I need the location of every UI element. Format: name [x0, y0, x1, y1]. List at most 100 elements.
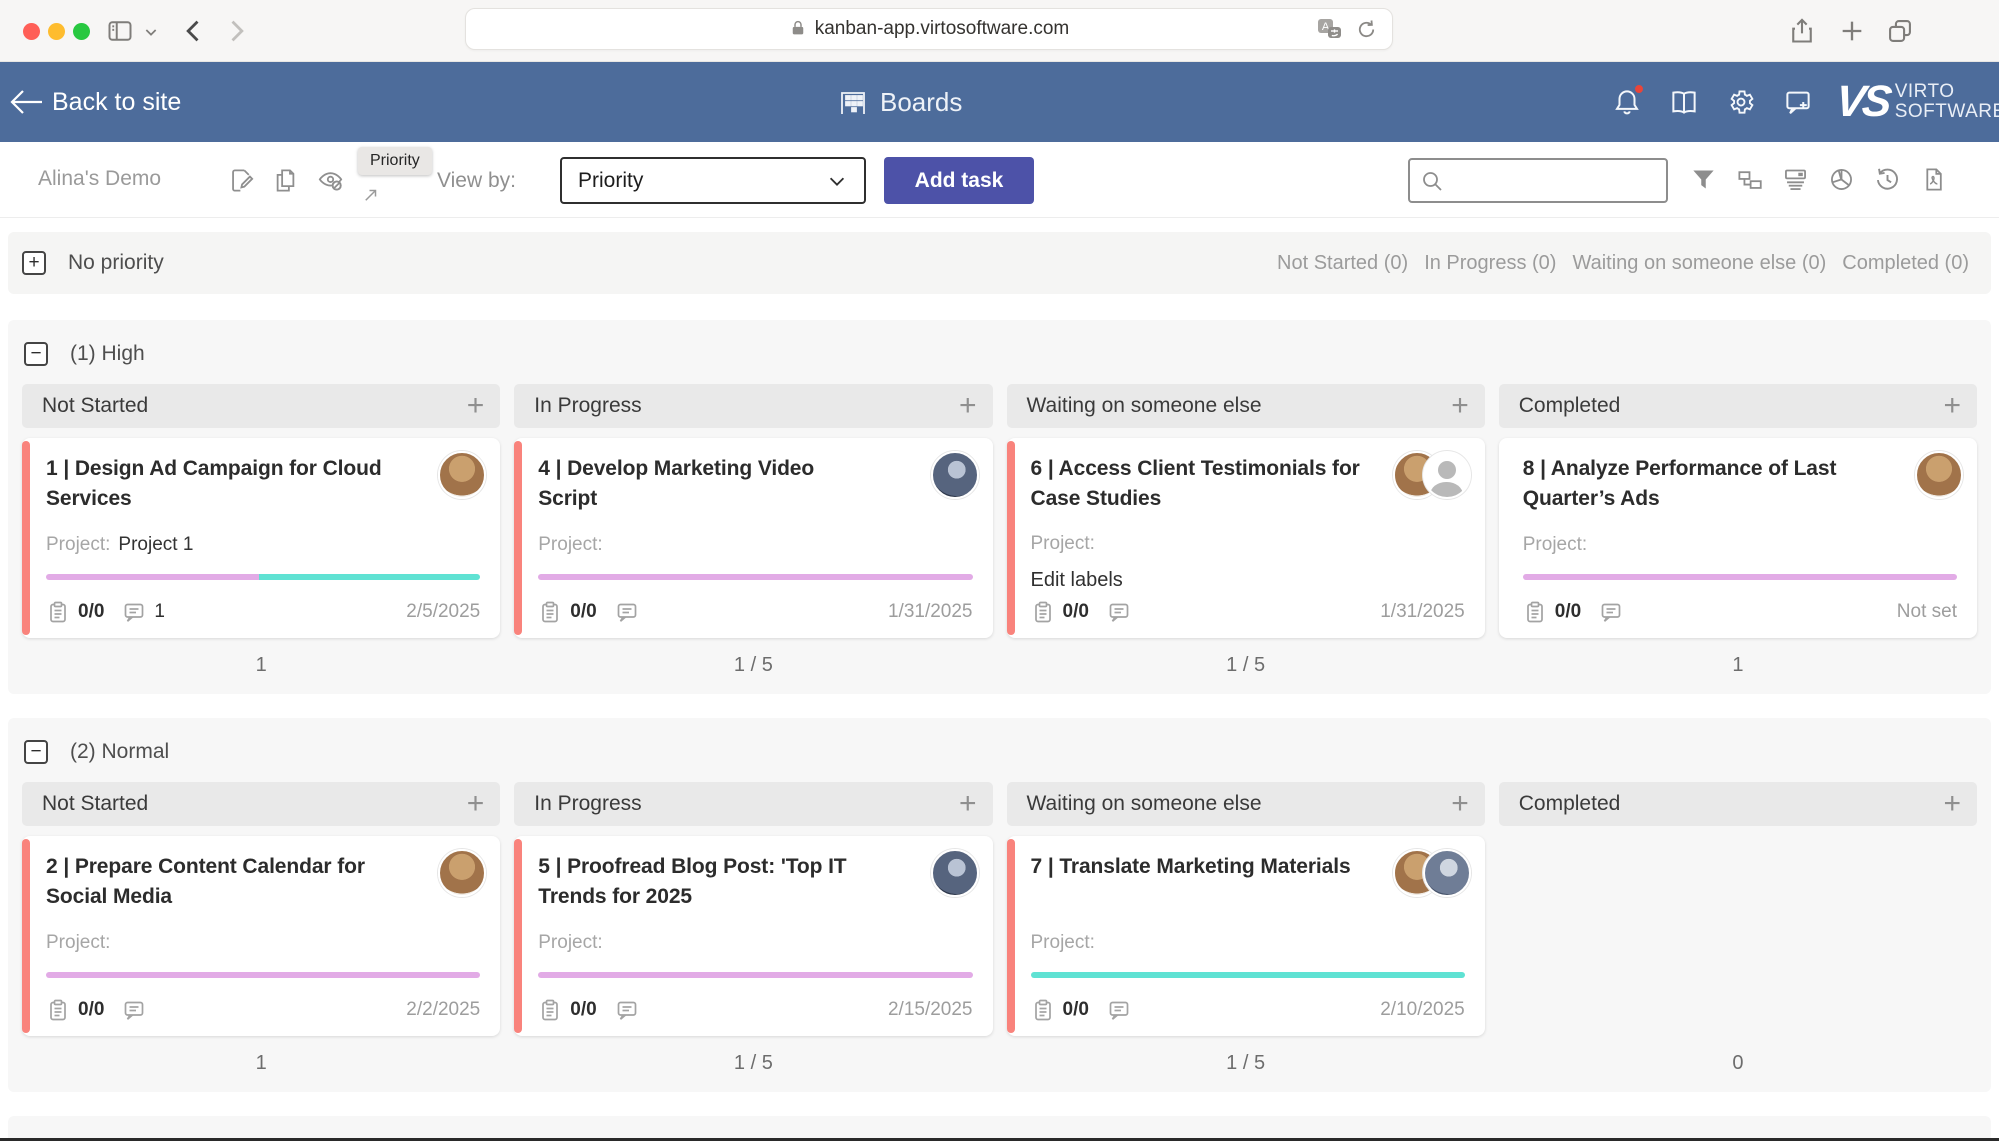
- board-column: In Progress+ 4 | Develop Marketing Video …: [514, 384, 992, 684]
- progress-bar: [1031, 972, 1465, 978]
- progress-bar: [538, 972, 972, 978]
- add-card-button[interactable]: +: [1943, 789, 1961, 819]
- feedback-chat-icon[interactable]: [1783, 87, 1813, 117]
- collapse-icon[interactable]: −: [24, 740, 48, 764]
- task-card[interactable]: 6 | Access Client Testimonials for Case …: [1007, 438, 1485, 638]
- card-settings-icon[interactable]: [1782, 166, 1809, 193]
- add-card-button[interactable]: +: [959, 789, 977, 819]
- history-icon[interactable]: [1874, 166, 1901, 193]
- address-bar[interactable]: kanban-app.virtosoftware.com A: [465, 8, 1393, 50]
- column-count: 1: [22, 1044, 500, 1082]
- forward-icon[interactable]: [222, 17, 250, 45]
- due-date: 2/2/2025: [406, 999, 480, 1021]
- add-task-button[interactable]: Add task: [884, 157, 1034, 204]
- avatar: [931, 451, 979, 499]
- search-box: [1408, 158, 1668, 203]
- labels-link[interactable]: Edit labels: [1031, 569, 1465, 592]
- documentation-book-icon[interactable]: [1669, 87, 1699, 117]
- project-row: Project:: [46, 922, 480, 954]
- chevron-down-icon[interactable]: [143, 24, 159, 40]
- hide-board-icon[interactable]: [317, 167, 344, 194]
- column-count: 1 / 5: [1007, 1044, 1485, 1082]
- view-by-label: View by:: [437, 169, 516, 193]
- window-close-button[interactable]: [23, 23, 40, 40]
- export-pdf-icon[interactable]: [1920, 166, 1947, 193]
- add-card-button[interactable]: +: [1943, 391, 1961, 421]
- notifications-bell-icon[interactable]: [1612, 87, 1642, 117]
- search-input[interactable]: [1454, 160, 1664, 201]
- column-header: Not Started +: [22, 384, 500, 428]
- comment-icon[interactable]: [1107, 998, 1131, 1022]
- column-title: Not Started: [42, 394, 148, 418]
- window-minimize-button[interactable]: [48, 23, 65, 40]
- new-tab-icon[interactable]: [1838, 17, 1866, 45]
- comment-icon[interactable]: [615, 600, 639, 624]
- back-arrow-icon: [10, 89, 44, 115]
- task-card[interactable]: 8 | Analyze Performance of Last Quarter’…: [1499, 438, 1977, 638]
- expand-icon[interactable]: +: [22, 251, 46, 275]
- app-header: Back to site Boards VS VIRTOSOFT: [0, 62, 1999, 142]
- checklist-count: 0/0: [570, 601, 596, 623]
- add-card-button[interactable]: +: [1451, 391, 1469, 421]
- comment-icon[interactable]: [122, 600, 146, 624]
- comment-icon[interactable]: [122, 998, 146, 1022]
- search-icon: [1420, 169, 1444, 193]
- cards-list: 2 | Prepare Content Calendar for Social …: [22, 826, 500, 1044]
- column-title: In Progress: [534, 792, 641, 816]
- filter-icon[interactable]: [1690, 166, 1717, 193]
- board-toolbar: Alina's Demo Priority View by: Priority …: [0, 142, 1999, 218]
- cards-list: 4 | Develop Marketing Video ScriptProjec…: [514, 428, 992, 646]
- translate-icon[interactable]: A: [1317, 17, 1343, 41]
- project-label: Project:: [46, 932, 110, 953]
- task-card[interactable]: 5 | Proofread Blog Post: 'Top IT Trends …: [514, 836, 992, 1036]
- task-card[interactable]: 4 | Develop Marketing Video ScriptProjec…: [514, 438, 992, 638]
- board-name: Alina's Demo: [38, 167, 161, 191]
- task-card[interactable]: 1 | Design Ad Campaign for Cloud Service…: [22, 438, 500, 638]
- add-card-button[interactable]: +: [467, 391, 485, 421]
- view-by-value: Priority: [578, 169, 643, 193]
- due-date: 1/31/2025: [888, 601, 973, 623]
- share-icon[interactable]: [1788, 17, 1816, 45]
- assignee-avatars: [1393, 849, 1471, 897]
- reload-icon[interactable]: [1355, 18, 1378, 41]
- task-card[interactable]: 7 | Translate Marketing MaterialsProject…: [1007, 836, 1485, 1036]
- expand-arrow-icon[interactable]: [362, 186, 380, 204]
- charts-icon[interactable]: [1828, 166, 1855, 193]
- column-title: Not Started: [42, 792, 148, 816]
- column-header: Waiting on someone else+: [1007, 384, 1485, 428]
- settings-gear-icon[interactable]: [1726, 87, 1756, 117]
- edit-board-icon[interactable]: [228, 167, 255, 194]
- comment-icon[interactable]: [1107, 600, 1131, 624]
- due-date: 1/31/2025: [1380, 601, 1465, 623]
- add-card-button[interactable]: +: [467, 789, 485, 819]
- progress-segment: [538, 574, 972, 580]
- window-zoom-button[interactable]: [73, 23, 90, 40]
- column-count: 1 / 5: [514, 1044, 992, 1082]
- virto-software-logo: VS VIRTOSOFTWARE: [1836, 62, 1999, 142]
- status-count: In Progress (0): [1424, 252, 1556, 275]
- project-row: Project:Project 1: [46, 524, 480, 556]
- column-count: 0: [1499, 1044, 1977, 1082]
- cards-list: 7 | Translate Marketing MaterialsProject…: [1007, 826, 1485, 1044]
- card-footer: 0/02/10/2025: [1031, 998, 1465, 1022]
- comment-icon[interactable]: [615, 998, 639, 1022]
- column-header: In Progress+: [514, 384, 992, 428]
- task-card[interactable]: 2 | Prepare Content Calendar for Social …: [22, 836, 500, 1036]
- project-label: Project:: [1031, 533, 1095, 554]
- back-icon[interactable]: [180, 17, 208, 45]
- column-header: Not Started +: [22, 782, 500, 826]
- add-card-button[interactable]: +: [1451, 789, 1469, 819]
- priority-section: −(2) NormalNot Started+2 | Prepare Conte…: [8, 718, 1991, 1092]
- tab-overview-icon[interactable]: [1886, 17, 1914, 45]
- comment-icon[interactable]: [1599, 600, 1623, 624]
- add-card-button[interactable]: +: [959, 391, 977, 421]
- copy-board-icon[interactable]: [272, 167, 299, 194]
- project-value: Project 1: [118, 534, 193, 555]
- avatar: [1423, 451, 1471, 499]
- swimlane-view-icon[interactable]: [1736, 166, 1763, 193]
- collapse-icon[interactable]: −: [24, 342, 48, 366]
- sidebar-toggle-icon[interactable]: [106, 17, 134, 45]
- board-column: Not Started +1 | Design Ad Campaign for C…: [22, 384, 500, 684]
- view-by-dropdown[interactable]: Priority: [560, 157, 866, 204]
- back-to-site-link[interactable]: Back to site: [10, 62, 181, 142]
